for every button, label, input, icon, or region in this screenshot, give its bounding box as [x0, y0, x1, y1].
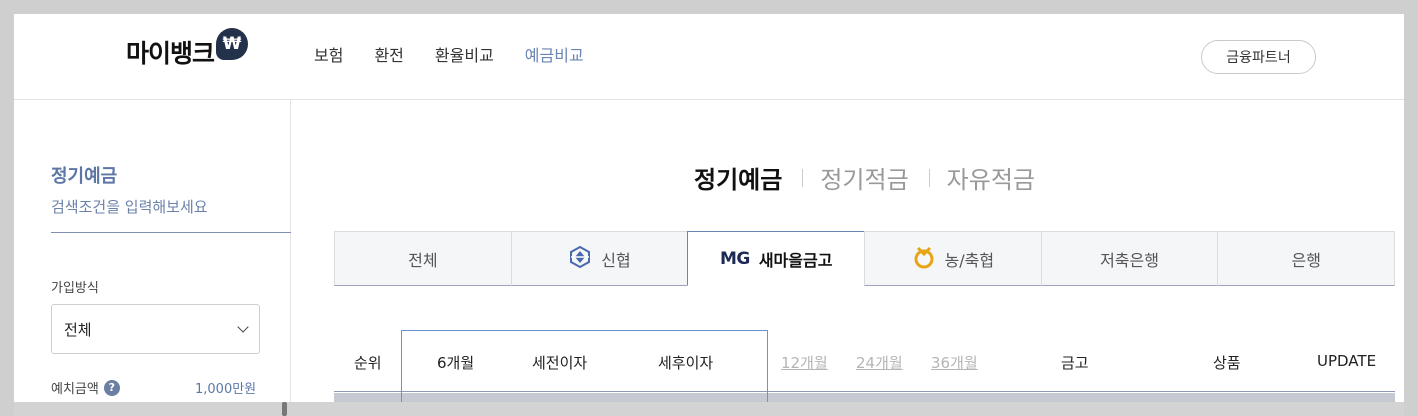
bank-tab-all[interactable]: 전체 [334, 231, 512, 286]
search-sidebar: 정기예금 검색조건을 입력해보세요 가입방식 전체 예치금액 ? 1,000만원 [14, 100, 291, 416]
bank-tab-label: 저축은행 [1100, 250, 1159, 270]
top-header: 마이뱅크 ₩ 보험 환전 환율비교 예금비교 금융파트너 [14, 14, 1404, 100]
join-method-label: 가입방식 [51, 281, 99, 296]
bank-tab-mg[interactable]: MG 새마을금고 [687, 231, 866, 286]
bank-tab-nonghyup[interactable]: 농/축협 [864, 231, 1042, 286]
help-icon[interactable]: ? [103, 379, 120, 396]
bank-tab-label: 농/축협 [944, 250, 995, 270]
page: 마이뱅크 ₩ 보험 환전 환율비교 예금비교 금융파트너 정기예금 검색조건을 … [14, 14, 1404, 416]
join-method-value: 전체 [64, 320, 92, 339]
chevron-down-icon [237, 321, 249, 333]
sidebar-divider [51, 232, 291, 233]
nav-item-rate-compare[interactable]: 환율비교 [435, 42, 494, 66]
deposit-amount-label: 예치금액 [51, 382, 99, 397]
col-update[interactable]: UPDATE [1317, 352, 1376, 370]
financial-partner-button[interactable]: 금융파트너 [1201, 40, 1316, 74]
mg-logo-icon: MG [719, 248, 750, 269]
bank-tab-label: 전체 [408, 250, 438, 270]
won-badge-icon: ₩ [216, 28, 249, 60]
sidebar-title: 정기예금 [51, 166, 118, 187]
bank-tab-label: 새마을금고 [758, 250, 833, 270]
bank-tab-label: 은행 [1291, 250, 1321, 270]
bank-type-tabs: 전체 신협 MG 새마을금고 농/축협 저축은행 은행 [334, 231, 1396, 286]
product-type-tabs: 정기예금 정기적금 자유적금 [694, 160, 1035, 195]
bank-tab-bank[interactable]: 은행 [1217, 231, 1396, 286]
scrollbar[interactable] [282, 402, 287, 416]
col-period-12[interactable]: 12개월 [781, 352, 828, 373]
bank-tab-label: 신협 [601, 250, 631, 270]
tab-separator [928, 168, 930, 187]
nonghyup-logo-icon [912, 245, 936, 273]
tab-free-savings[interactable]: 자유적금 [947, 160, 1035, 195]
main-nav: 보험 환전 환율비교 예금비교 [314, 42, 584, 66]
nav-item-insurance[interactable]: 보험 [314, 42, 343, 66]
bottom-scroll-area [14, 402, 1404, 416]
deposit-amount-label-row: 예치금액 ? [51, 378, 120, 397]
tab-installment-savings[interactable]: 정기적금 [820, 160, 908, 195]
shinhyup-logo-icon [568, 245, 592, 273]
join-method-select[interactable]: 전체 [51, 304, 260, 354]
col-rank[interactable]: 순위 [354, 352, 382, 373]
tab-separator [802, 168, 804, 187]
logo-text: 마이뱅크 [126, 39, 215, 68]
col-product[interactable]: 상품 [1213, 352, 1241, 373]
sidebar-subtitle: 검색조건을 입력해보세요 [51, 198, 208, 216]
nav-item-exchange[interactable]: 환전 [374, 42, 403, 66]
nav-item-deposit-compare[interactable]: 예금비교 [525, 42, 584, 66]
bank-tab-savings-bank[interactable]: 저축은행 [1040, 231, 1219, 286]
col-period-36[interactable]: 36개월 [931, 352, 978, 373]
logo[interactable]: 마이뱅크 ₩ [126, 28, 249, 70]
bank-tab-shinhyup[interactable]: 신협 [510, 231, 689, 286]
col-period-24[interactable]: 24개월 [856, 352, 903, 373]
deposit-amount-value: 1,000만원 [195, 382, 257, 397]
tab-fixed-deposit[interactable]: 정기예금 [694, 160, 782, 195]
col-bank[interactable]: 금고 [1061, 352, 1089, 373]
